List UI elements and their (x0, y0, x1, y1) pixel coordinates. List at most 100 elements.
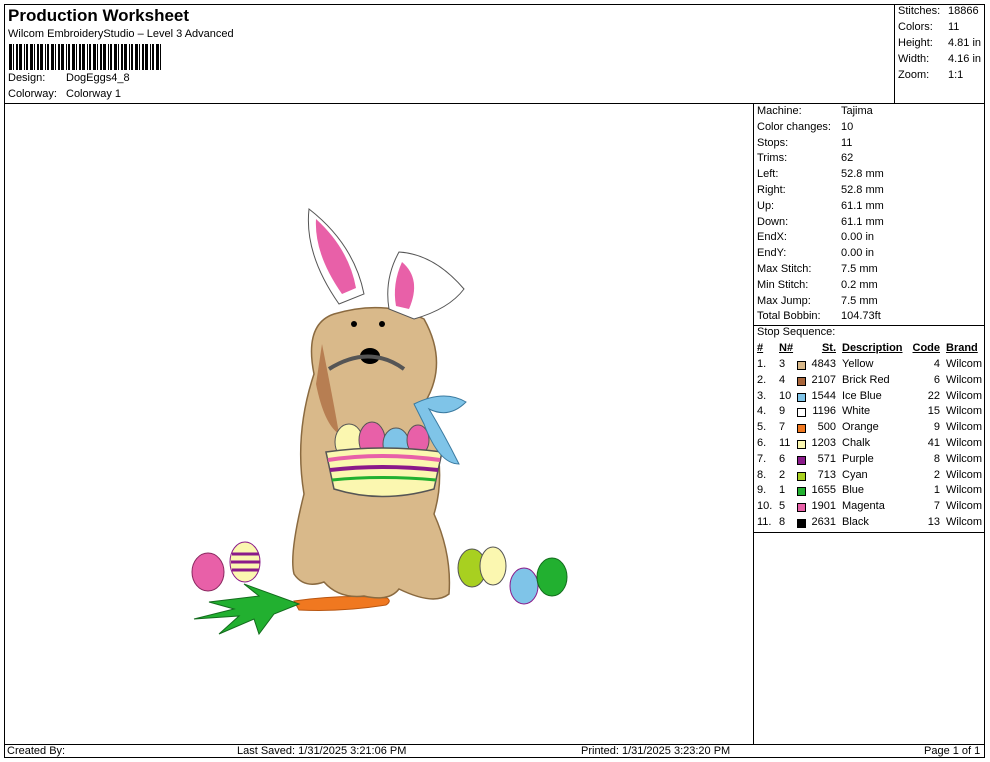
stop-sequence-cell-st: 571 (817, 452, 836, 465)
machine-info-label: Up: (757, 199, 775, 212)
stop-sequence-cell-n: 6 (779, 452, 786, 465)
stop-sequence-cell-n: 4 (779, 373, 786, 386)
dog-design-image (191, 208, 568, 636)
stat-row: Colors: 11 (898, 21, 959, 33)
stop-sequence-cell-st: 713 (817, 468, 836, 481)
machine-info-value: 10 (841, 120, 854, 133)
color-swatch (797, 455, 806, 465)
dog-eye-left (351, 321, 357, 327)
machine-info-value: 0.00 in (841, 231, 875, 244)
stop-sequence-header-n: N# (779, 342, 794, 354)
stop-sequence-cell-code: 8 (933, 452, 940, 465)
stop-sequence-cell-desc: Ice Blue (842, 389, 882, 402)
machine-info-row: Max Stitch: 7.5 mm (757, 263, 878, 275)
stat-value: 18866 (948, 5, 979, 17)
machine-info-label: Min Stitch: (757, 278, 809, 291)
stop-sequence-cell-n: 7 (779, 421, 786, 434)
stat-value: 4.81 in (948, 37, 982, 49)
last-saved-text: Last Saved: 1/31/2025 3:21:06 PM (237, 745, 407, 757)
page-title: Production Worksheet (8, 6, 190, 25)
carrot-leaves-shape (193, 583, 301, 636)
stop-sequence-cell-num: 10. (757, 500, 773, 513)
stop-sequence-cell-desc: Blue (842, 484, 865, 497)
machine-info-value: 7.5 mm (841, 294, 878, 307)
stop-sequence-cell-st: 1544 (811, 389, 836, 402)
divider (754, 532, 985, 533)
machine-info-row: Min Stitch: 0.2 mm (757, 279, 878, 291)
stop-sequence-title: Stop Sequence: (757, 326, 836, 338)
machine-info-label: Machine: (757, 105, 802, 117)
stop-sequence-cell-code: 13 (927, 516, 940, 528)
machine-info-value: 52.8 mm (841, 168, 884, 181)
stop-sequence-cell-st: 2107 (811, 373, 836, 386)
stop-sequence-cell-num: 5. (757, 421, 767, 434)
stop-sequence-cell-brand: Wilcom (946, 516, 983, 528)
stop-sequence-cell-brand: Wilcom (946, 373, 983, 386)
machine-info-label: Max Stitch: (757, 263, 812, 275)
stop-sequence-cell-desc: Magenta (842, 500, 885, 513)
stop-sequence-cell-n: 3 (779, 358, 786, 370)
machine-info-label: Max Jump: (757, 294, 811, 307)
stop-sequence-cell-st: 1203 (811, 437, 836, 449)
machine-info-value: 7.5 mm (841, 263, 878, 275)
machine-info-label: EndX: (757, 231, 787, 244)
color-swatch (797, 503, 806, 513)
machine-info-row: Machine: Tajima (757, 105, 873, 117)
machine-info-row: EndX: 0.00 in (757, 231, 874, 243)
machine-info-row: EndY: 0.00 in (757, 247, 874, 259)
stop-sequence-cell-num: 1. (757, 358, 767, 370)
machine-info-label: EndY: (757, 247, 787, 260)
stop-sequence-header-st: St. (821, 342, 836, 354)
stop-sequence-cell-code: 1 (933, 484, 940, 497)
machine-info-panel: Stop Sequence: Machine: Tajima Color chang… (753, 104, 985, 744)
stop-sequence-cell-st: 1901 (811, 500, 836, 513)
stat-label: Width: (898, 53, 930, 65)
color-swatch (797, 392, 806, 402)
stop-sequence-cell-desc: Brick Red (842, 373, 890, 386)
stop-sequence-cell-num: 2. (757, 373, 767, 386)
colorway-row: Colorway: Colorway 1 (8, 88, 121, 100)
design-row: Design: DogEggs4_8 (8, 72, 130, 84)
colorway-value: Colorway 1 (66, 88, 122, 100)
machine-info-label: Stops: (757, 136, 789, 149)
colorway-label: Colorway: (8, 88, 57, 100)
machine-info-row: Trims: 62 (757, 152, 853, 164)
stop-sequence-cell-code: 22 (927, 389, 940, 402)
stop-sequence-cell-n: 11 (779, 437, 791, 449)
stop-sequence-cell-st: 4843 (811, 358, 836, 370)
stop-sequence-cell-n: 1 (779, 484, 786, 497)
machine-info-label: Color changes: (757, 120, 831, 133)
color-swatch (797, 487, 806, 497)
stop-sequence-cell-desc: Cyan (842, 468, 868, 481)
stop-sequence-cell-brand: Wilcom (946, 421, 983, 434)
stop-sequence-cell-brand: Wilcom (946, 500, 983, 513)
created-by-label: Created By: (7, 745, 66, 757)
color-swatch (797, 519, 806, 528)
dog-eye-right (379, 321, 385, 327)
page-number-text: Page 1 of 1 (924, 745, 981, 757)
color-swatch (797, 361, 806, 370)
stop-sequence-header-num: # (757, 342, 764, 354)
machine-info-label: Right: (757, 184, 786, 196)
stop-sequence-cell-brand: Wilcom (946, 484, 983, 497)
zigzag-egg-shape (509, 567, 539, 605)
machine-info-value: 61.1 mm (841, 215, 884, 228)
stop-sequence-cell-n: 9 (779, 405, 786, 418)
stop-sequence-cell-num: 7. (757, 452, 767, 465)
stop-sequence-cell-desc: Yellow (842, 358, 874, 370)
machine-info-value: 62 (841, 152, 854, 165)
machine-info-label: Trims: (757, 152, 788, 165)
stat-row: Zoom: 1:1 (898, 69, 963, 81)
color-swatch (797, 424, 806, 434)
machine-info-row: Down: 61.1 mm (757, 216, 884, 228)
machine-info-row: Color changes: 10 (757, 121, 853, 133)
stop-sequence-cell-n: 2 (779, 468, 786, 481)
stop-sequence-cell-st: 2631 (811, 516, 836, 528)
stop-sequence-cell-code: 4 (933, 358, 940, 370)
stop-sequence-header-desc: Description (842, 342, 903, 354)
stop-sequence-cell-code: 41 (927, 437, 940, 449)
stop-sequence-cell-desc: White (842, 405, 871, 418)
design-preview (4, 104, 753, 744)
stop-sequence-cell-n: 8 (779, 516, 786, 528)
barcode-image (9, 44, 161, 70)
